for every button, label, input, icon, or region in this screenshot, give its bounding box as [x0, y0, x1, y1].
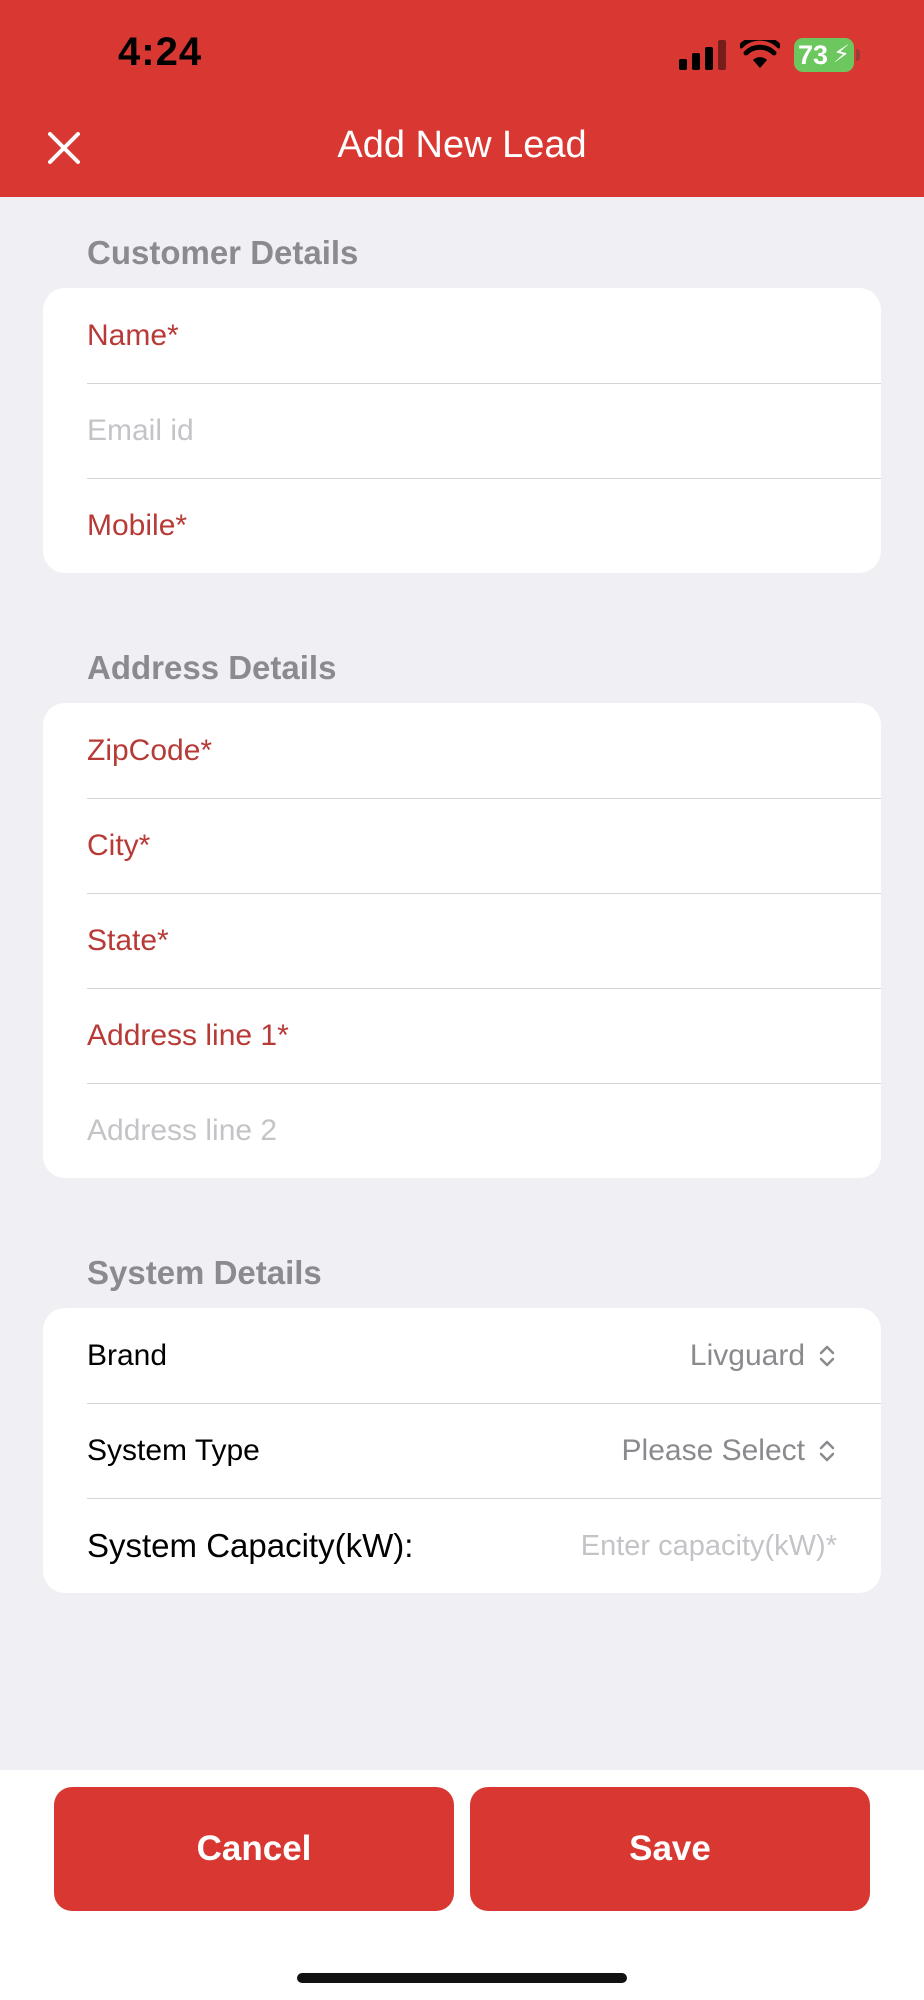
nav-header: 4:24 73 ⚡ Add New Lead — [0, 0, 924, 197]
address-line2-input[interactable] — [87, 1113, 837, 1148]
battery-level: 73 — [798, 39, 829, 70]
name-input[interactable] — [87, 318, 837, 353]
brand-row[interactable]: Brand Livguard — [43, 1308, 881, 1403]
city-row — [43, 798, 881, 893]
system-type-select[interactable]: Please Select — [622, 1434, 837, 1468]
page-title: Add New Lead — [337, 124, 587, 166]
address-line2-row — [43, 1083, 881, 1178]
system-type-label: System Type — [87, 1433, 260, 1467]
brand-label: Brand — [87, 1338, 168, 1372]
email-row — [43, 383, 881, 478]
system-type-value: Please Select — [621, 1433, 805, 1467]
save-button[interactable]: Save — [470, 1787, 870, 1911]
mobile-row — [43, 478, 881, 573]
system-type-row[interactable]: System Type Please Select — [43, 1403, 881, 1498]
name-row — [43, 288, 881, 383]
up-down-chevron-icon — [819, 1345, 835, 1366]
zipcode-input[interactable] — [87, 733, 837, 768]
cellular-signal-icon — [679, 40, 726, 70]
address-line1-input[interactable] — [87, 1018, 837, 1053]
address-card — [43, 703, 881, 1178]
system-section-title: System Details — [87, 1254, 322, 1291]
capacity-row: System Capacity(kW): — [43, 1498, 881, 1593]
state-row — [43, 893, 881, 988]
wifi-icon — [740, 40, 780, 68]
cancel-button[interactable]: Cancel — [54, 1787, 454, 1911]
customer-section-title: Customer Details — [87, 234, 359, 271]
email-input[interactable] — [87, 413, 837, 448]
up-down-chevron-icon — [819, 1440, 835, 1461]
status-icons: 73 ⚡ — [679, 36, 860, 74]
address-line1-row — [43, 988, 881, 1083]
status-time: 4:24 — [118, 30, 203, 74]
city-input[interactable] — [87, 828, 837, 863]
customer-card — [43, 288, 881, 573]
capacity-input[interactable] — [413, 1528, 837, 1563]
home-indicator — [297, 1973, 627, 1983]
capacity-label: System Capacity(kW): — [87, 1526, 414, 1564]
brand-value: Livguard — [689, 1338, 805, 1372]
system-card: Brand Livguard System Type Please Select… — [43, 1308, 881, 1593]
bolt-icon: ⚡ — [833, 41, 850, 68]
zip-row — [43, 703, 881, 798]
state-input[interactable] — [87, 923, 837, 958]
mobile-input[interactable] — [87, 508, 837, 543]
brand-select[interactable]: Livguard — [690, 1339, 837, 1373]
battery-charging-icon: 73 ⚡ — [794, 38, 860, 72]
address-section-title: Address Details — [87, 649, 337, 686]
